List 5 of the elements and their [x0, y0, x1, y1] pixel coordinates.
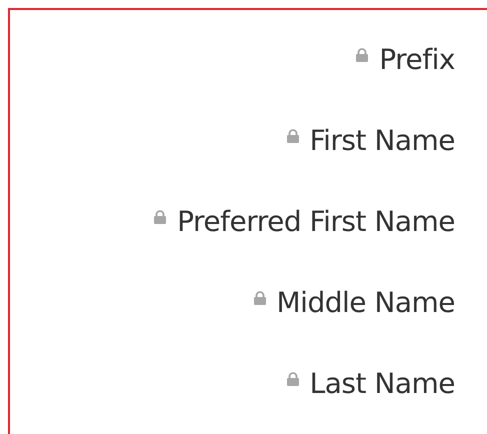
- field-label: Preferred First Name: [177, 205, 455, 238]
- field-label: First Name: [310, 124, 455, 157]
- field-label: Middle Name: [276, 286, 455, 319]
- field-label: Prefix: [379, 43, 455, 76]
- field-label: Last Name: [310, 367, 455, 400]
